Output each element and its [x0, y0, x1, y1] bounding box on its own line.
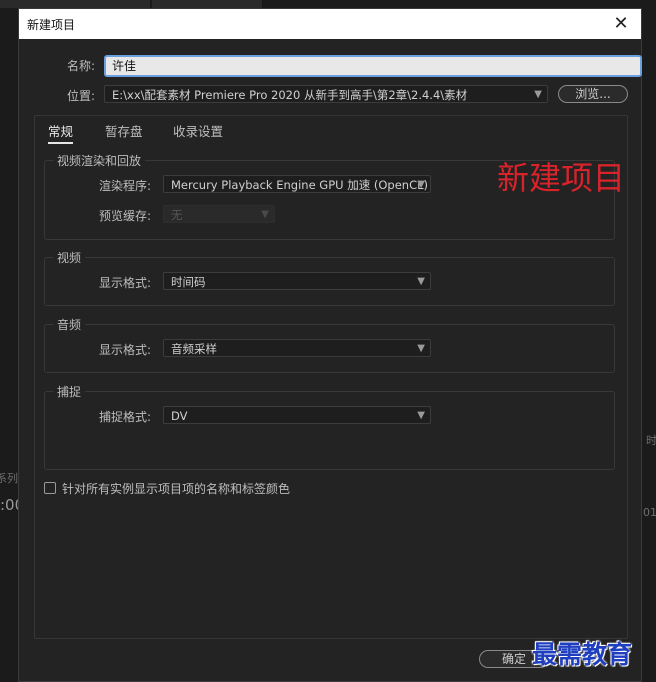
- preview-cache-label: 预览缓存:: [99, 209, 152, 223]
- chevron-down-icon: ▼: [417, 410, 425, 421]
- browse-button[interactable]: 浏览...: [558, 85, 628, 103]
- group-video-title: 视频: [53, 249, 86, 266]
- close-icon[interactable]: ✕: [609, 12, 633, 36]
- chevron-down-icon: ▼: [261, 209, 269, 220]
- group-capture: 捕捉: [44, 383, 615, 470]
- audio-display-format-select[interactable]: 音频采样 ▼: [163, 339, 431, 357]
- name-label: 名称:: [67, 59, 96, 73]
- background-right-label: 时: [646, 434, 656, 447]
- project-name-input[interactable]: 许佳: [104, 55, 642, 77]
- tab-ingest-settings[interactable]: 收录设置: [173, 121, 223, 140]
- renderer-label: 渲染程序:: [99, 179, 152, 193]
- renderer-select[interactable]: Mercury Playback Engine GPU 加速 (OpenCL) …: [163, 175, 431, 193]
- location-select[interactable]: E:\xx\配套素材 Premiere Pro 2020 从新手到高手\第2章\…: [104, 85, 548, 103]
- chevron-down-icon: ▼: [417, 276, 425, 287]
- watermark-logo: 最需教育: [532, 640, 633, 669]
- background-top-strip-mid: [152, 0, 262, 8]
- audio-display-format-label: 显示格式:: [99, 343, 152, 357]
- background-sequence-label: 系列: [0, 472, 18, 485]
- chevron-down-icon: ▼: [417, 343, 425, 354]
- video-display-format-select[interactable]: 时间码 ▼: [163, 272, 431, 290]
- preview-cache-value: 无: [171, 208, 183, 222]
- tab-scratch-disks[interactable]: 暂存盘: [105, 121, 143, 140]
- location-label: 位置:: [67, 89, 96, 103]
- dialog-titlebar: 新建项目 ✕: [19, 9, 641, 39]
- group-video-rendering-title: 视频渲染和回放: [53, 152, 146, 169]
- capture-format-label: 捕捉格式:: [99, 410, 152, 424]
- renderer-value: Mercury Playback Engine GPU 加速 (OpenCL): [171, 178, 429, 192]
- group-capture-title: 捕捉: [53, 383, 86, 400]
- show-label-colors-checkbox[interactable]: [44, 482, 56, 494]
- dialog-title: 新建项目: [27, 18, 76, 32]
- preview-cache-select: 无 ▼: [163, 205, 275, 223]
- capture-format-select[interactable]: DV ▼: [163, 406, 431, 424]
- background-timecode-right: 01:: [643, 506, 656, 519]
- location-value: E:\xx\配套素材 Premiere Pro 2020 从新手到高手\第2章\…: [112, 88, 468, 102]
- overlay-annotation-title: 新建项目: [497, 159, 626, 197]
- new-project-dialog: 新建项目 ✕ 名称: 许佳 位置: E:\xx\配套素材 Premiere Pr…: [18, 8, 642, 682]
- tab-general[interactable]: 常规: [48, 121, 74, 144]
- audio-display-format-value: 音频采样: [171, 342, 217, 356]
- show-label-colors-label: 针对所有实例显示项目项的名称和标签颜色: [62, 482, 291, 496]
- group-audio-title: 音频: [53, 316, 86, 333]
- chevron-down-icon: ▼: [534, 89, 542, 100]
- video-display-format-value: 时间码: [171, 275, 206, 289]
- background-top-strip-left: [0, 0, 150, 8]
- chevron-down-icon: ▼: [417, 179, 425, 190]
- capture-format-value: DV: [171, 409, 188, 423]
- video-display-format-label: 显示格式:: [99, 276, 152, 290]
